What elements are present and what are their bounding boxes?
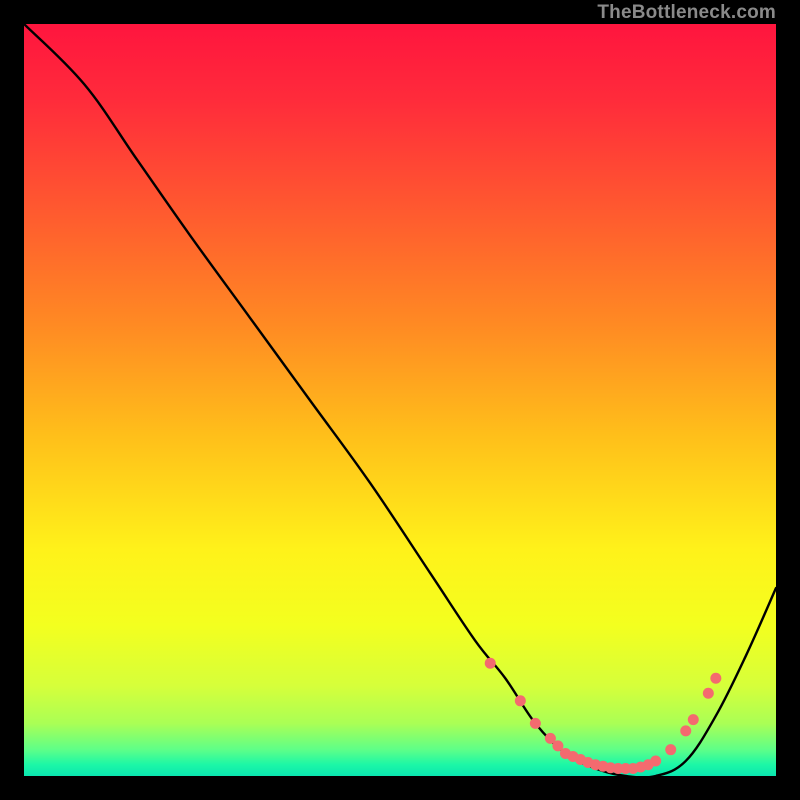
marker-dot [710, 673, 721, 684]
watermark-label: TheBottleneck.com [597, 2, 776, 24]
chart-frame: TheBottleneck.com [0, 0, 800, 800]
chart-svg [24, 24, 776, 776]
marker-dot [680, 725, 691, 736]
marker-dot [515, 695, 526, 706]
marker-dot [485, 658, 496, 669]
marker-dot [688, 714, 699, 725]
marker-dot [650, 755, 661, 766]
marker-dot [703, 688, 714, 699]
marker-dot [665, 744, 676, 755]
plot-area [24, 24, 776, 776]
marker-dot [530, 718, 541, 729]
gradient-background [24, 24, 776, 776]
